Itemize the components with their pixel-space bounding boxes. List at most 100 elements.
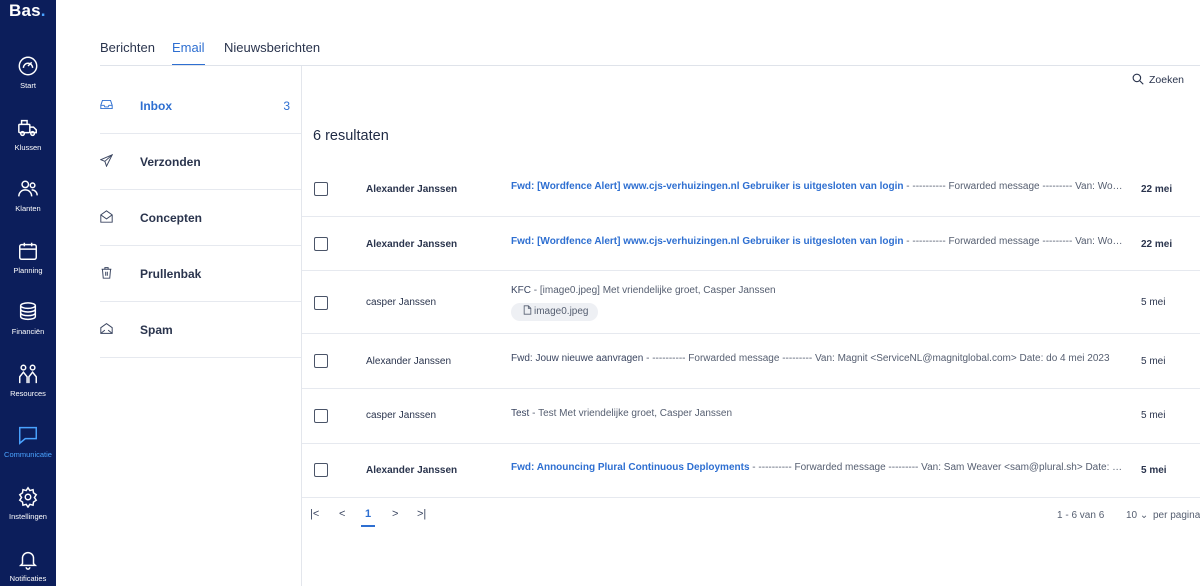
table-row[interactable]: Alexander Janssen Fwd: [Wordfence Alert]…	[302, 162, 1200, 217]
next-page-button[interactable]: >	[392, 508, 398, 520]
nav-item-klanten[interactable]: Klanten	[0, 178, 56, 234]
email-preview: ---------- Forwarded message --------- V…	[912, 236, 1123, 247]
per-page-label: per pagina	[1153, 510, 1200, 521]
sidebar: Bas. Start Klussen Klanten Planning Fina…	[0, 0, 56, 586]
page-1-button[interactable]: 1	[360, 508, 376, 527]
email-date: 22 mei	[1141, 184, 1173, 195]
nav-item-klussen[interactable]: Klussen	[0, 117, 56, 173]
nav-label: Start	[20, 81, 36, 90]
email-preview: ---------- Forwarded message --------- V…	[652, 353, 1110, 364]
email-date: 5 mei	[1141, 410, 1166, 421]
email-sender: Alexander Janssen	[366, 184, 458, 195]
inbox-tray-icon	[100, 99, 113, 110]
pagination-range: 1 - 6 van 6	[1057, 510, 1105, 521]
logo[interactable]: Bas.	[9, 1, 46, 21]
email-snippet: Fwd: [Wordfence Alert] www.cjs-verhuizin…	[511, 181, 1123, 192]
moving-truck-icon	[18, 119, 37, 137]
folder-label: Spam	[140, 323, 173, 337]
nav-label: Financiën	[11, 327, 45, 336]
email-snippet: KFC - [image0.jpeg] Met vriendelijke gro…	[511, 285, 776, 296]
table-row[interactable]: Alexander Janssen Fwd: [Wordfence Alert]…	[302, 217, 1200, 271]
email-snippet: Test - Test Met vriendelijke groet, Casp…	[511, 408, 733, 419]
email-snippet: Fwd: Announcing Plural Continuous Deploy…	[511, 462, 1123, 473]
row-checkbox[interactable]	[314, 237, 328, 251]
email-preview: [image0.jpeg] Met vriendelijke groet, Ca…	[539, 285, 776, 296]
folder-label: Concepten	[140, 211, 203, 225]
tabs-divider	[100, 65, 1200, 66]
tab-email[interactable]: Email	[172, 40, 205, 66]
nav-label: Instellingen	[9, 512, 47, 521]
nav-label: Planning	[13, 266, 43, 275]
email-date: 22 mei	[1141, 239, 1173, 250]
first-page-button[interactable]: |<	[310, 508, 319, 520]
attachment-chip[interactable]: image0.jpeg	[511, 303, 599, 321]
email-sender: Alexander Janssen	[366, 356, 452, 367]
row-checkbox[interactable]	[314, 354, 328, 368]
trash-icon	[101, 267, 112, 279]
email-subject: Test	[511, 408, 530, 419]
email-sender: casper Janssen	[366, 410, 437, 421]
email-sender: casper Janssen	[366, 297, 437, 308]
folder-prullenbak[interactable]: Prullenbak	[100, 246, 301, 302]
results-count: 6 resultaten	[313, 128, 389, 144]
row-checkbox[interactable]	[314, 409, 328, 423]
email-preview: ---------- Forwarded message --------- V…	[758, 462, 1123, 473]
chat-bubble-icon	[19, 426, 37, 445]
nav-item-instellingen[interactable]: Instellingen	[0, 486, 56, 542]
email-date: 5 mei	[1141, 356, 1166, 367]
table-row[interactable]: casper Janssen KFC - [image0.jpeg] Met v…	[302, 271, 1200, 334]
table-row[interactable]: casper Janssen Test - Test Met vriendeli…	[302, 389, 1200, 444]
nav-item-planning[interactable]: Planning	[0, 240, 56, 296]
row-checkbox[interactable]	[314, 182, 328, 196]
nav-item-notificaties[interactable]: Notificaties	[0, 548, 56, 586]
gear-icon	[18, 486, 38, 508]
search-button[interactable]: Zoeken	[1132, 73, 1184, 86]
folder-spam[interactable]: Spam	[100, 302, 301, 358]
nav-label: Communicatie	[4, 450, 52, 459]
email-sender: Alexander Janssen	[366, 465, 458, 476]
nav-item-start[interactable]: Start	[0, 55, 56, 111]
coins-stack-icon	[19, 302, 37, 321]
nav-label: Klanten	[15, 204, 41, 213]
row-checkbox[interactable]	[314, 296, 328, 310]
spam-envelope-icon	[100, 323, 113, 334]
calendar-icon	[19, 242, 37, 260]
paper-plane-icon	[100, 154, 113, 167]
tab-nieuwsberichten[interactable]: Nieuwsberichten	[224, 40, 320, 66]
nav-label: Notificaties	[9, 574, 47, 583]
email-snippet: Fwd: Jouw nieuwe aanvragen - ---------- …	[511, 353, 1110, 364]
attachment-name: image0.jpeg	[534, 306, 589, 317]
envelope-open-icon	[100, 210, 113, 223]
folder-list: Inbox 3 Verzonden Concepten Prullenbak S…	[100, 78, 301, 358]
chevron-down-icon: ⌄	[1139, 510, 1149, 521]
folder-label: Prullenbak	[140, 267, 202, 281]
folder-verzonden[interactable]: Verzonden	[100, 134, 301, 190]
email-subject: Fwd: Announcing Plural Continuous Deploy…	[511, 462, 750, 473]
email-subject: Fwd: Jouw nieuwe aanvragen	[511, 353, 644, 364]
nav-item-financien[interactable]: Financiën	[0, 301, 56, 357]
file-icon	[523, 305, 532, 315]
prev-page-button[interactable]: <	[339, 508, 345, 520]
tab-berichten[interactable]: Berichten	[100, 40, 155, 66]
folder-inbox[interactable]: Inbox 3	[100, 78, 301, 134]
email-sender: Alexander Janssen	[366, 239, 458, 250]
nav-item-communicatie[interactable]: Communicatie	[0, 424, 56, 480]
unread-count-badge: 3	[283, 99, 290, 113]
row-checkbox[interactable]	[314, 463, 328, 477]
per-page-select[interactable]: 10 ⌄	[1126, 510, 1148, 521]
nav-item-resources[interactable]: Resources	[0, 363, 56, 419]
nav-label: Resources	[10, 389, 46, 398]
nav-label: Klussen	[14, 143, 42, 152]
last-page-button[interactable]: >|	[417, 508, 426, 520]
search-icon	[1132, 73, 1144, 85]
email-date: 5 mei	[1141, 297, 1166, 308]
email-subject: KFC	[511, 285, 531, 296]
dashboard-gauge-icon	[18, 56, 38, 76]
folder-concepten[interactable]: Concepten	[100, 190, 301, 246]
email-snippet: Fwd: [Wordfence Alert] www.cjs-verhuizin…	[511, 236, 1123, 247]
bell-icon	[18, 551, 38, 570]
customers-icon	[18, 180, 38, 197]
table-row[interactable]: Alexander Janssen Fwd: Jouw nieuwe aanvr…	[302, 334, 1200, 389]
per-page-value: 10	[1126, 510, 1138, 521]
table-row[interactable]: Alexander Janssen Fwd: Announcing Plural…	[302, 444, 1200, 498]
